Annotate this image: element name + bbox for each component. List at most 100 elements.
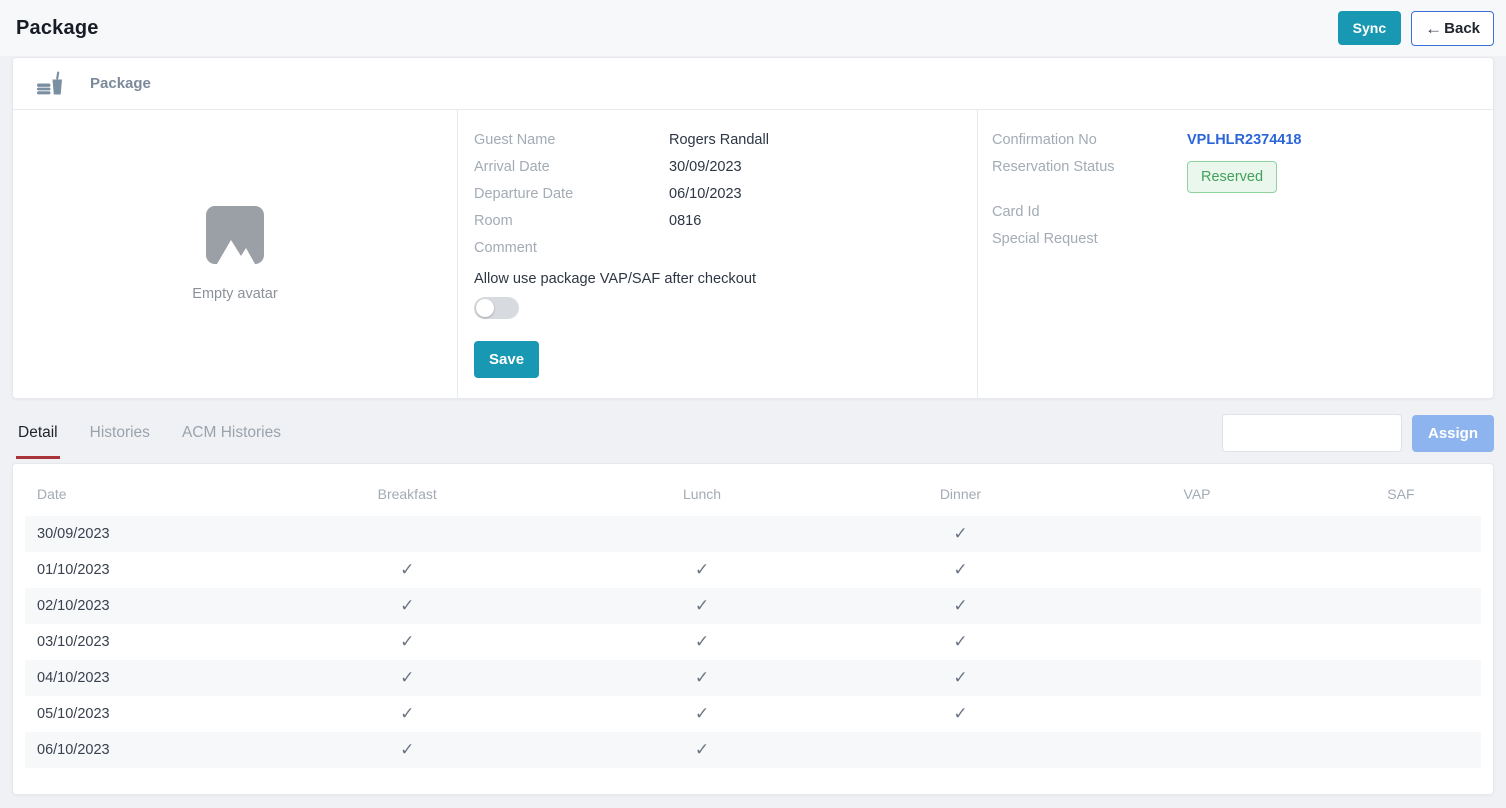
table-row: 02/10/2023✓✓✓ — [25, 588, 1481, 624]
fastfood-icon — [37, 71, 64, 96]
breakfast-cell: ✓ — [258, 696, 556, 732]
package-detail-table: DateBreakfastLunchDinnerVAPSAF 30/09/202… — [25, 474, 1481, 768]
breakfast-cell — [258, 516, 556, 552]
column-header-breakfast: Breakfast — [258, 474, 556, 516]
guest-column: Guest NameRogers Randall Arrival Date30/0… — [458, 110, 978, 398]
tab-detail[interactable]: Detail — [16, 415, 60, 459]
field-row: Departure Date06/10/2023 — [474, 186, 967, 202]
date-cell: 30/09/2023 — [25, 516, 258, 552]
field-row: Room0816 — [474, 213, 967, 229]
vap-cell — [1073, 588, 1321, 624]
check-icon: ✓ — [400, 632, 414, 651]
tab-acm-histories[interactable]: ACM Histories — [180, 415, 283, 459]
lunch-cell: ✓ — [556, 696, 847, 732]
check-icon: ✓ — [695, 704, 709, 723]
confirmation-link[interactable]: VPLHLR2374418 — [1187, 132, 1301, 148]
tabs-row: Detail Histories ACM Histories Assign — [0, 399, 1506, 459]
date-cell: 02/10/2023 — [25, 588, 258, 624]
check-icon: ✓ — [400, 596, 414, 615]
vap-cell — [1073, 732, 1321, 768]
dinner-cell: ✓ — [848, 624, 1074, 660]
topbar: Package Sync ←Back — [0, 0, 1506, 56]
saf-cell — [1321, 624, 1481, 660]
field-row: Card Id — [992, 204, 1483, 220]
lunch-cell: ✓ — [556, 732, 847, 768]
check-icon: ✓ — [953, 668, 967, 687]
field-label: Confirmation No — [992, 132, 1187, 148]
field-row: Reservation StatusReserved — [992, 159, 1483, 193]
table-row: 03/10/2023✓✓✓ — [25, 624, 1481, 660]
field-value: Rogers Randall — [669, 132, 769, 148]
field-row: Confirmation NoVPLHLR2374418 — [992, 132, 1483, 148]
tab-histories[interactable]: Histories — [88, 415, 152, 459]
lunch-cell: ✓ — [556, 552, 847, 588]
field-label: Comment — [474, 240, 669, 256]
date-cell: 04/10/2023 — [25, 660, 258, 696]
dinner-cell: ✓ — [848, 696, 1074, 732]
field-row: Guest NameRogers Randall — [474, 132, 967, 148]
back-arrow-icon: ← — [1425, 20, 1442, 37]
dinner-cell: ✓ — [848, 660, 1074, 696]
back-button[interactable]: ←Back — [1411, 11, 1494, 46]
column-header-saf: SAF — [1321, 474, 1481, 516]
vap-saf-toggle[interactable] — [474, 297, 519, 319]
field-label: Reservation Status — [992, 159, 1187, 175]
field-value: 06/10/2023 — [669, 186, 742, 202]
back-button-label: Back — [1444, 20, 1480, 37]
saf-cell — [1321, 516, 1481, 552]
column-header-dinner: Dinner — [848, 474, 1074, 516]
breakfast-cell: ✓ — [258, 552, 556, 588]
field-row: Special Request — [992, 231, 1483, 247]
saf-cell — [1321, 552, 1481, 588]
date-cell: 06/10/2023 — [25, 732, 258, 768]
check-icon: ✓ — [953, 524, 967, 543]
check-icon: ✓ — [695, 740, 709, 759]
table-row: 04/10/2023✓✓✓ — [25, 660, 1481, 696]
table-row: 05/10/2023✓✓✓ — [25, 696, 1481, 732]
column-header-vap: VAP — [1073, 474, 1321, 516]
topbar-actions: Sync ←Back — [1338, 11, 1494, 46]
assign-input[interactable] — [1222, 414, 1402, 452]
breakfast-cell: ✓ — [258, 588, 556, 624]
avatar-column: Empty avatar — [13, 110, 458, 398]
vap-cell — [1073, 624, 1321, 660]
field-label: Arrival Date — [474, 159, 669, 175]
check-icon: ✓ — [953, 632, 967, 651]
guest-fields: Guest NameRogers Randall Arrival Date30/0… — [474, 132, 967, 256]
vap-cell — [1073, 660, 1321, 696]
field-label: Departure Date — [474, 186, 669, 202]
reservation-column: Confirmation NoVPLHLR2374418Reservation … — [978, 110, 1493, 398]
package-card: Package Empty avatar Guest NameRogers Ra… — [12, 57, 1494, 399]
breakfast-cell: ✓ — [258, 660, 556, 696]
breakfast-cell: ✓ — [258, 624, 556, 660]
column-header-lunch: Lunch — [556, 474, 847, 516]
image-icon — [213, 234, 257, 264]
lunch-cell — [556, 516, 847, 552]
field-row: Comment — [474, 240, 967, 256]
package-card-title: Package — [90, 75, 151, 92]
save-button[interactable]: Save — [474, 341, 539, 378]
lunch-cell: ✓ — [556, 660, 847, 696]
table-header-row: DateBreakfastLunchDinnerVAPSAF — [25, 474, 1481, 516]
sync-button[interactable]: Sync — [1338, 11, 1401, 45]
check-icon: ✓ — [695, 596, 709, 615]
reservation-fields: Confirmation NoVPLHLR2374418Reservation … — [992, 132, 1483, 247]
field-value: 30/09/2023 — [669, 159, 742, 175]
reservation-status-badge: Reserved — [1187, 161, 1277, 193]
package-detail-card: DateBreakfastLunchDinnerVAPSAF 30/09/202… — [12, 463, 1494, 795]
check-icon: ✓ — [400, 560, 414, 579]
lunch-cell: ✓ — [556, 624, 847, 660]
empty-avatar-caption: Empty avatar — [192, 286, 277, 302]
saf-cell — [1321, 660, 1481, 696]
empty-avatar-placeholder — [206, 206, 264, 264]
assign-group: Assign — [1222, 414, 1494, 452]
table-row: 06/10/2023 ✓ ✓ — [25, 732, 1481, 768]
lunch-cell: ✓ — [556, 588, 847, 624]
vap-cell — [1073, 552, 1321, 588]
table-row: 30/09/2023 ✓ — [25, 516, 1481, 552]
check-icon: ✓ — [695, 632, 709, 651]
assign-button[interactable]: Assign — [1412, 415, 1494, 452]
vap-cell — [1073, 696, 1321, 732]
field-label: Special Request — [992, 231, 1187, 247]
check-icon: ✓ — [400, 740, 414, 759]
